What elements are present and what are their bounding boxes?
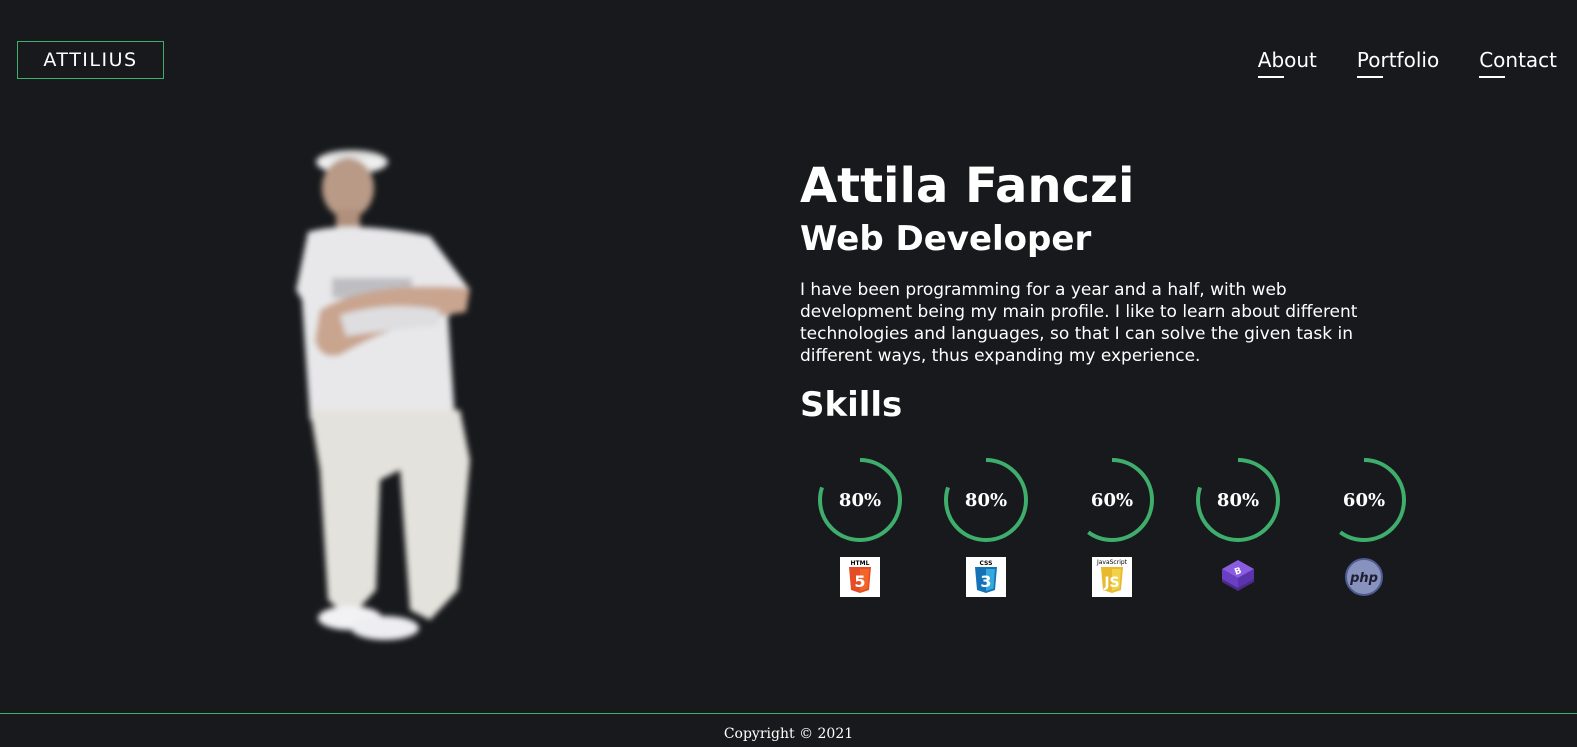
- nav-contact[interactable]: Contact: [1479, 48, 1557, 78]
- footer: Copyright © 2021: [0, 713, 1577, 747]
- svg-text:JavaScript: JavaScript: [1096, 559, 1128, 566]
- skill-bootstrap: 80% B: [1193, 455, 1283, 597]
- svg-text:5: 5: [854, 572, 865, 591]
- hero-bio: I have been programming for a year and a…: [800, 280, 1358, 366]
- nav-about[interactable]: About: [1257, 48, 1317, 78]
- skill-javascript: 60% JavaScript JS: [1067, 455, 1157, 597]
- skill-percent: 80%: [964, 489, 1008, 511]
- svg-text:JS: JS: [1103, 575, 1119, 591]
- bootstrap-icon: B: [1222, 560, 1254, 591]
- skill-progress-ring: 60%: [1067, 455, 1157, 545]
- skill-php: 60% php: [1319, 455, 1409, 597]
- hero-name: Attila Fanczi: [800, 158, 1135, 214]
- skill-percent: 60%: [1342, 489, 1386, 511]
- logo[interactable]: ATTILIUS: [17, 41, 164, 79]
- hero-info: Attila Fanczi Web Developer I have been …: [800, 155, 1420, 427]
- html5-icon: HTML 5: [840, 557, 880, 597]
- skill-percent: 80%: [1216, 489, 1260, 511]
- php-icon: php: [1345, 558, 1383, 596]
- hero-role: Web Developer: [800, 219, 1092, 259]
- svg-text:php: php: [1349, 571, 1378, 586]
- skill-progress-ring: 80%: [1193, 455, 1283, 545]
- svg-text:HTML: HTML: [851, 560, 870, 567]
- skill-progress-ring: 80%: [815, 455, 905, 545]
- skill-percent: 80%: [838, 489, 882, 511]
- skill-css: 80% CSS 3: [941, 455, 1031, 597]
- skill-progress-ring: 80%: [941, 455, 1031, 545]
- svg-text:CSS: CSS: [980, 560, 993, 567]
- main-nav: About Portfolio Contact: [1257, 48, 1557, 78]
- skills-title: Skills: [800, 385, 903, 425]
- nav-portfolio[interactable]: Portfolio: [1356, 48, 1439, 78]
- svg-text:3: 3: [980, 572, 991, 591]
- css3-icon: CSS 3: [966, 557, 1006, 597]
- copyright-text: Copyright © 2021: [723, 725, 854, 742]
- skill-html: 80% HTML 5: [815, 455, 905, 597]
- skills-list: 80% HTML 5 80% CSS 3 60% JavaScript JS 8…: [815, 455, 1409, 597]
- skill-progress-ring: 60%: [1319, 455, 1409, 545]
- javascript-icon: JavaScript JS: [1092, 557, 1132, 597]
- skill-percent: 60%: [1090, 489, 1134, 511]
- profile-photo: [280, 140, 520, 660]
